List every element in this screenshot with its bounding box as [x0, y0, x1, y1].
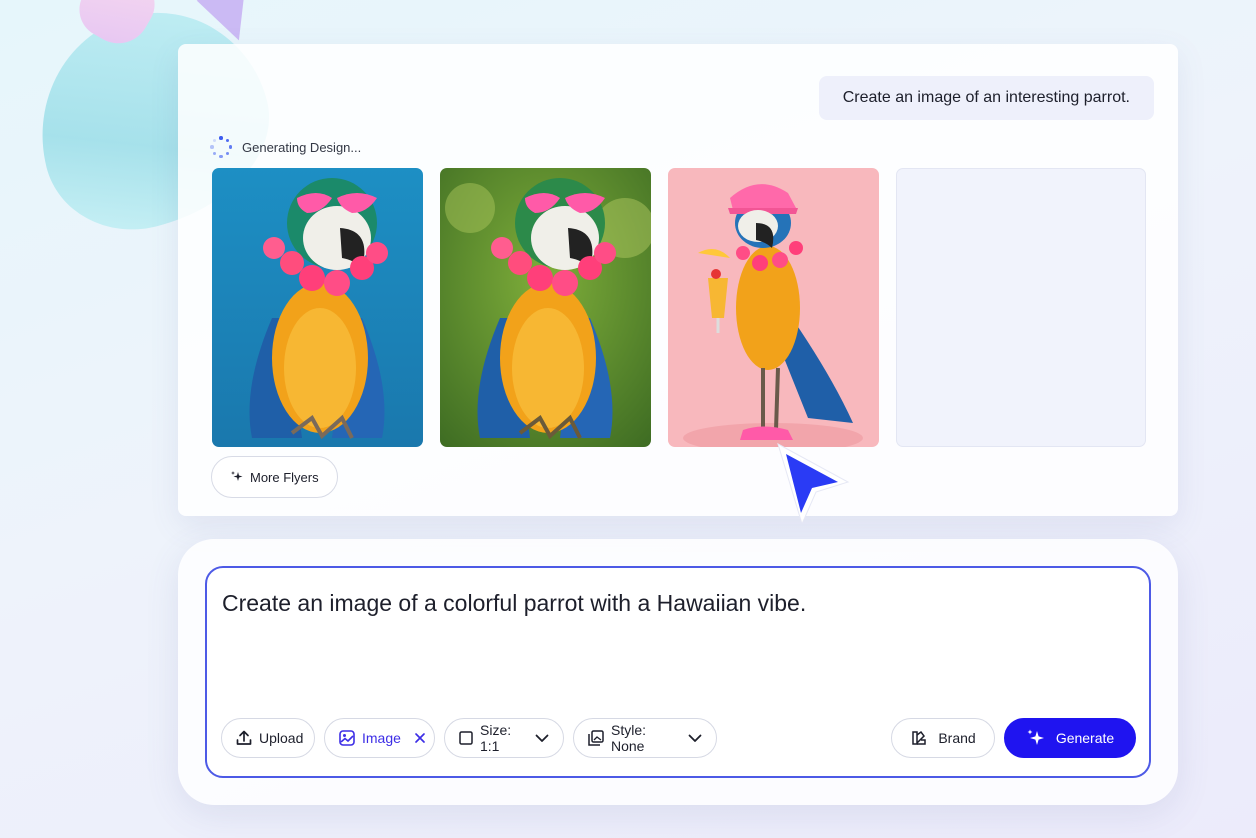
generated-image-2[interactable]: [440, 168, 651, 447]
style-label: Style: None: [611, 722, 647, 754]
generated-images: [212, 168, 1146, 448]
prompt-composer[interactable]: Create an image of a colorful parrot wit…: [205, 566, 1151, 778]
image-mode-label: Image: [362, 730, 401, 746]
image-placeholder-loading: [896, 168, 1146, 447]
generated-image-3[interactable]: [668, 168, 879, 447]
generate-button[interactable]: Generate: [1004, 718, 1136, 758]
square-icon: [459, 731, 473, 745]
cursor-pointer-icon: [777, 442, 850, 526]
upload-icon: [236, 730, 252, 745]
user-prompt-bubble: Create an image of an interesting parrot…: [818, 76, 1154, 120]
style-gallery-icon: [588, 730, 604, 746]
brand-label: Brand: [938, 730, 976, 746]
conversation-panel: Create an image of an interesting parrot…: [178, 44, 1178, 516]
more-flyers-button[interactable]: More Flyers: [211, 456, 338, 498]
brand-button[interactable]: Brand: [891, 718, 995, 758]
upload-label: Upload: [259, 730, 304, 746]
upload-button[interactable]: Upload: [221, 718, 315, 758]
image-edit-icon: [339, 730, 355, 746]
parrot-cap-cocktail-pink-bg-icon: [668, 168, 879, 447]
chevron-down-icon: [688, 734, 702, 742]
parrot-heart-sunglasses-green-bg-icon: [440, 168, 651, 447]
image-mode-chip[interactable]: Image: [324, 718, 435, 758]
sparkle-icon: [1027, 729, 1044, 745]
generated-image-1[interactable]: [212, 168, 423, 447]
size-label: Size: 1:1: [480, 722, 512, 754]
more-flyers-label: More Flyers: [250, 469, 319, 485]
prompt-input[interactable]: Create an image of a colorful parrot wit…: [222, 590, 806, 617]
generate-label: Generate: [1055, 730, 1115, 746]
loading-spinner-icon: [210, 136, 232, 158]
close-icon[interactable]: [413, 731, 427, 745]
size-dropdown[interactable]: Size: 1:1: [444, 718, 564, 758]
generation-status: Generating Design...: [210, 136, 361, 158]
brand-kit-icon: [912, 730, 927, 745]
chevron-down-icon: [535, 734, 549, 742]
style-dropdown[interactable]: Style: None: [573, 718, 717, 758]
composer-container: Create an image of a colorful parrot wit…: [178, 539, 1178, 805]
parrot-heart-sunglasses-blue-bg-icon: [212, 168, 423, 447]
status-text: Generating Design...: [242, 139, 362, 155]
sparkle-icon: [231, 471, 243, 481]
